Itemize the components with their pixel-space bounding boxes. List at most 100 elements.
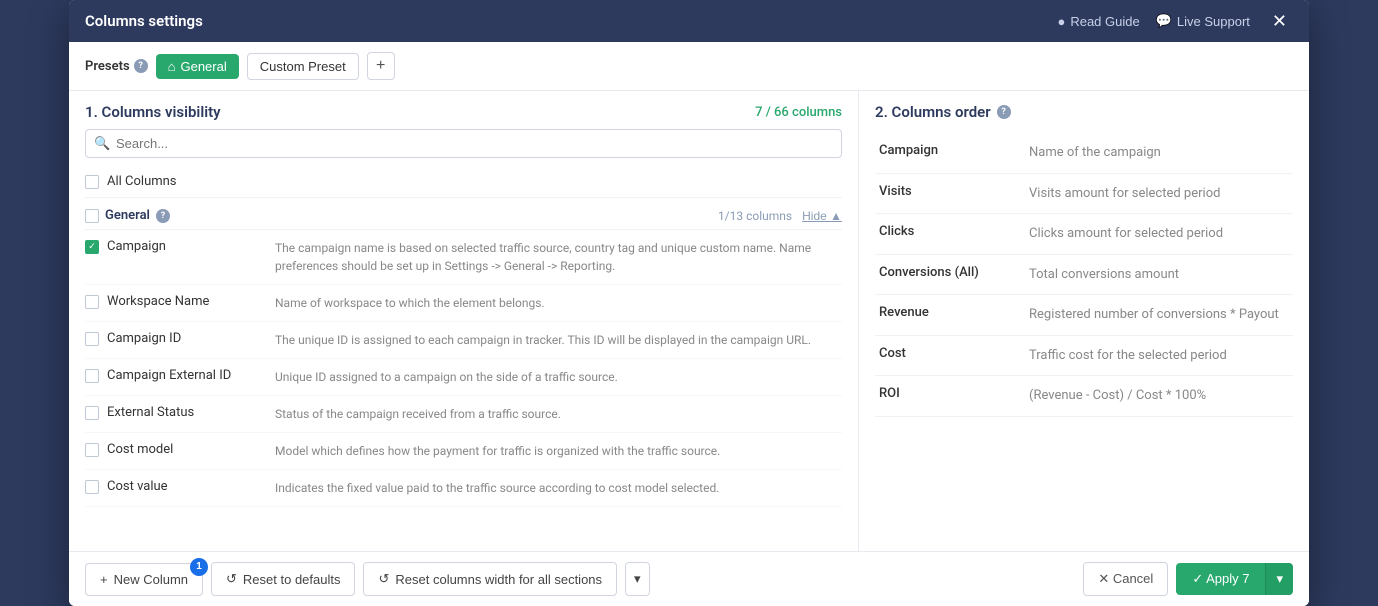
new-column-button[interactable]: + New Column 1 <box>85 563 203 596</box>
columns-count: 7 / 66 columns <box>755 105 842 120</box>
order-item-desc: Clicks amount for selected period <box>1025 214 1293 255</box>
read-guide-button[interactable]: ● Read Guide <box>1057 14 1139 29</box>
header-actions: ● Read Guide 💬 Live Support ✕ <box>1057 10 1293 32</box>
table-row: Campaign External ID Unique ID assigned … <box>85 359 842 396</box>
close-button[interactable]: ✕ <box>1266 10 1293 32</box>
column-costmodel-checkbox[interactable] <box>85 443 99 457</box>
modal: Columns settings ● Read Guide 💬 Live Sup… <box>69 0 1309 606</box>
general-section-header: General ? 1/13 columns Hide ▲ <box>85 198 842 230</box>
table-row: ROI (Revenue - Cost) / Cost * 100% <box>875 376 1293 417</box>
left-panel: 1. Columns visibility 7 / 66 columns 🔍 A… <box>69 91 859 551</box>
footer-right: ✕ Cancel ✓ Apply 7 ▾ <box>1083 562 1293 596</box>
column-campaignid-checkbox[interactable] <box>85 332 99 346</box>
all-columns-checkbox[interactable] <box>85 175 99 189</box>
custom-preset-button[interactable]: Custom Preset <box>247 53 359 80</box>
column-costvalue-checkbox[interactable] <box>85 480 99 494</box>
column-costvalue-label[interactable]: Cost value <box>85 479 265 494</box>
chat-icon: 💬 <box>1156 13 1172 29</box>
column-externalid-desc: Unique ID assigned to a campaign on the … <box>275 368 842 386</box>
right-panel-title: 2. Columns order ? <box>875 103 1293 121</box>
column-externalid-label[interactable]: Campaign External ID <box>85 368 265 383</box>
add-preset-button[interactable]: + <box>367 52 395 80</box>
order-item-name: ROI <box>875 376 1025 417</box>
column-workspace-desc: Name of workspace to which the element b… <box>275 294 842 312</box>
left-panel-title: 1. Columns visibility <box>85 103 221 121</box>
order-item-name: Visits <box>875 173 1025 214</box>
table-row: Cost Traffic cost for the selected perio… <box>875 335 1293 376</box>
search-box: 🔍 <box>85 129 842 158</box>
left-panel-header: 1. Columns visibility 7 / 66 columns <box>69 91 858 129</box>
order-item-desc: Registered number of conversions * Payou… <box>1025 295 1293 336</box>
modal-title: Columns settings <box>85 12 203 30</box>
column-workspace-label[interactable]: Workspace Name <box>85 294 265 309</box>
column-campaign-checkbox[interactable]: ✓ <box>85 240 99 254</box>
modal-body: 1. Columns visibility 7 / 66 columns 🔍 A… <box>69 91 1309 551</box>
column-campaign-desc: The campaign name is based on selected t… <box>275 239 842 275</box>
order-item-desc: (Revenue - Cost) / Cost * 100% <box>1025 376 1293 417</box>
order-item-name: Revenue <box>875 295 1025 336</box>
column-externalid-checkbox[interactable] <box>85 369 99 383</box>
column-costvalue-desc: Indicates the fixed value paid to the tr… <box>275 479 842 497</box>
chevron-down-icon: ▾ <box>634 571 641 587</box>
columns-list: All Columns General ? 1/13 columns Hide … <box>69 166 858 551</box>
live-support-button[interactable]: 💬 Live Support <box>1156 13 1250 29</box>
apply-group: ✓ Apply 7 ▾ <box>1176 563 1293 595</box>
column-extstatus-checkbox[interactable] <box>85 406 99 420</box>
all-columns-checkbox-label[interactable]: All Columns <box>85 174 177 189</box>
order-item-desc: Visits amount for selected period <box>1025 173 1293 214</box>
general-preset-button[interactable]: ⌂ General <box>156 54 239 79</box>
hide-section-button[interactable]: Hide ▲ <box>802 209 842 223</box>
home-icon: ⌂ <box>168 59 176 74</box>
order-table: Campaign Name of the campaign Visits Vis… <box>875 133 1293 417</box>
apply-button[interactable]: ✓ Apply 7 <box>1176 563 1265 595</box>
presets-label: Presets ? <box>85 59 148 74</box>
presets-help-icon[interactable]: ? <box>134 59 148 73</box>
general-section-checkbox[interactable] <box>85 209 99 223</box>
table-row: ✓ Campaign The campaign name is based on… <box>85 230 842 285</box>
presets-bar: Presets ? ⌂ General Custom Preset + <box>69 42 1309 91</box>
reset-width-icon: ↺ <box>378 571 389 587</box>
order-item-desc: Traffic cost for the selected period <box>1025 335 1293 376</box>
order-item-name: Clicks <box>875 214 1025 255</box>
column-costmodel-label[interactable]: Cost model <box>85 442 265 457</box>
column-extstatus-label[interactable]: External Status <box>85 405 265 420</box>
search-icon: 🔍 <box>94 136 110 151</box>
reset-icon: ↺ <box>226 571 237 587</box>
column-campaign-label[interactable]: ✓ Campaign <box>85 239 265 254</box>
order-help-icon[interactable]: ? <box>997 105 1011 119</box>
table-row: Clicks Clicks amount for selected period <box>875 214 1293 255</box>
order-item-desc: Total conversions amount <box>1025 254 1293 295</box>
modal-header: Columns settings ● Read Guide 💬 Live Sup… <box>69 0 1309 42</box>
new-column-badge: 1 <box>190 558 208 576</box>
order-item-name: Conversions (All) <box>875 254 1025 295</box>
footer-left: + New Column 1 ↺ Reset to defaults ↺ Res… <box>85 562 650 596</box>
apply-dropdown-button[interactable]: ▾ <box>1265 563 1293 595</box>
table-row: Campaign Name of the campaign <box>875 133 1293 173</box>
table-row: Workspace Name Name of workspace to whic… <box>85 285 842 322</box>
section-help-icon[interactable]: ? <box>156 209 170 223</box>
cancel-button[interactable]: ✕ Cancel <box>1083 562 1168 596</box>
order-item-name: Campaign <box>875 133 1025 173</box>
book-icon: ● <box>1057 14 1065 29</box>
section-meta: 1/13 columns Hide ▲ <box>718 209 842 223</box>
modal-footer: + New Column 1 ↺ Reset to defaults ↺ Res… <box>69 551 1309 606</box>
reset-defaults-button[interactable]: ↺ Reset to defaults <box>211 562 355 596</box>
column-extstatus-desc: Status of the campaign received from a t… <box>275 405 842 423</box>
more-footer-button[interactable]: ▾ <box>625 562 650 596</box>
order-item-desc: Name of the campaign <box>1025 133 1293 173</box>
reset-width-button[interactable]: ↺ Reset columns width for all sections <box>363 562 617 596</box>
plus-icon: + <box>100 572 108 587</box>
column-campaignid-desc: The unique ID is assigned to each campai… <box>275 331 842 349</box>
section-title: General ? <box>85 208 170 223</box>
table-row: External Status Status of the campaign r… <box>85 396 842 433</box>
table-row: Visits Visits amount for selected period <box>875 173 1293 214</box>
right-panel: 2. Columns order ? Campaign Name of the … <box>859 91 1309 551</box>
table-row: Revenue Registered number of conversions… <box>875 295 1293 336</box>
column-campaignid-label[interactable]: Campaign ID <box>85 331 265 346</box>
table-row: Cost value Indicates the fixed value pai… <box>85 470 842 507</box>
search-input[interactable] <box>85 129 842 158</box>
all-columns-row: All Columns <box>85 166 842 198</box>
chevron-down-icon: ▾ <box>1276 571 1283 586</box>
column-costmodel-desc: Model which defines how the payment for … <box>275 442 842 460</box>
column-workspace-checkbox[interactable] <box>85 295 99 309</box>
